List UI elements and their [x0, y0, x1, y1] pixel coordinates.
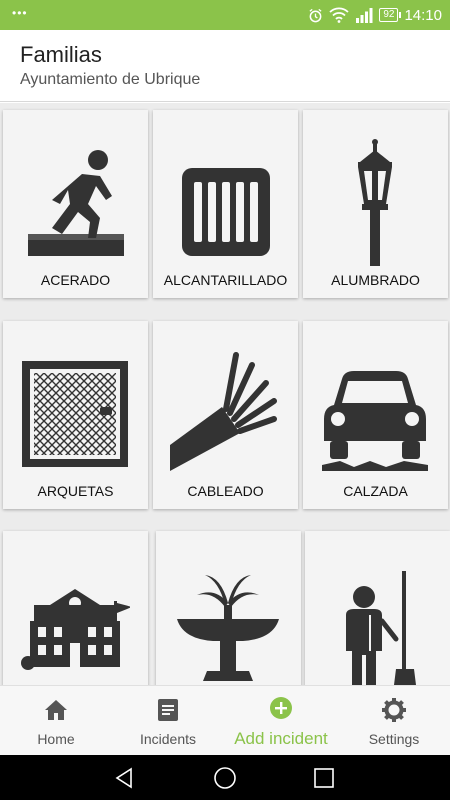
family-tile-calzada[interactable]: CALZADA [303, 321, 448, 509]
family-tile-fountain[interactable] [156, 531, 301, 685]
school-building-icon [21, 589, 130, 670]
family-label: CALZADA [343, 483, 408, 499]
family-tile-alumbrado[interactable]: ALUMBRADO [303, 110, 448, 298]
notification-dots: ••• [12, 6, 28, 20]
status-bar: ••• 92 14:10 [0, 0, 450, 30]
battery-icon: 92 [379, 8, 402, 22]
back-icon[interactable] [112, 766, 136, 790]
page-title: Familias [20, 42, 102, 67]
family-tile-cableado[interactable]: CABLEADO [153, 321, 298, 509]
page-subtitle: Ayuntamiento de Ubrique [20, 71, 201, 88]
clock: 14:10 [404, 6, 442, 24]
family-label: ACERADO [40, 272, 111, 288]
family-tile-acerado[interactable]: ACERADO [3, 110, 148, 298]
street-sweeper-icon [346, 571, 416, 685]
family-tile-school[interactable] [3, 531, 148, 685]
family-label: ALUMBRADO [331, 272, 420, 288]
add-circle-icon [270, 697, 292, 719]
family-tile-alcantarillado[interactable]: ALCANTARILLADO [153, 110, 298, 298]
drain-grate-icon [182, 168, 270, 256]
fountain-icon [177, 575, 279, 681]
manhole-cover-icon [22, 361, 128, 467]
family-label: ARQUETAS [37, 483, 114, 499]
car-pothole-icon [322, 371, 428, 471]
nav-label: Incidents [139, 731, 197, 747]
app-header: Familias Ayuntamiento de Ubrique [0, 30, 450, 102]
document-list-icon [158, 699, 178, 721]
nav-label: Settings [368, 731, 420, 747]
family-tile-arquetas[interactable]: ARQUETAS [3, 321, 148, 509]
signal-icon [356, 8, 373, 23]
families-grid: ACERADO ALCANTARILLADO ALUMBRADO ARQUETA… [0, 103, 450, 685]
wifi-icon [329, 7, 349, 23]
nav-label: Add incident [234, 729, 328, 748]
street-lamp-icon [358, 139, 392, 266]
system-navigation-bar [0, 755, 450, 800]
family-label: ALCANTARILLADO [163, 272, 288, 288]
nav-add-incident[interactable]: Add incident [225, 686, 337, 756]
person-tripping-curb-icon [28, 150, 124, 256]
nav-incidents[interactable]: Incidents [112, 686, 224, 756]
family-label: CABLEADO [187, 483, 264, 499]
recent-apps-icon[interactable] [312, 766, 336, 790]
alarm-icon [309, 8, 322, 22]
home-circle-icon[interactable] [213, 766, 237, 790]
home-icon [45, 700, 67, 720]
status-icons: 92 14:10 [308, 0, 442, 30]
family-tile-cleaning[interactable] [305, 531, 450, 685]
gear-icon [382, 698, 406, 722]
nav-settings[interactable]: Settings [338, 686, 450, 756]
bottom-navigation: Home Incidents Add incident Settings [0, 685, 450, 755]
nav-home[interactable]: Home [0, 686, 112, 756]
nav-label: Home [37, 731, 75, 747]
cable-icon [170, 352, 277, 471]
